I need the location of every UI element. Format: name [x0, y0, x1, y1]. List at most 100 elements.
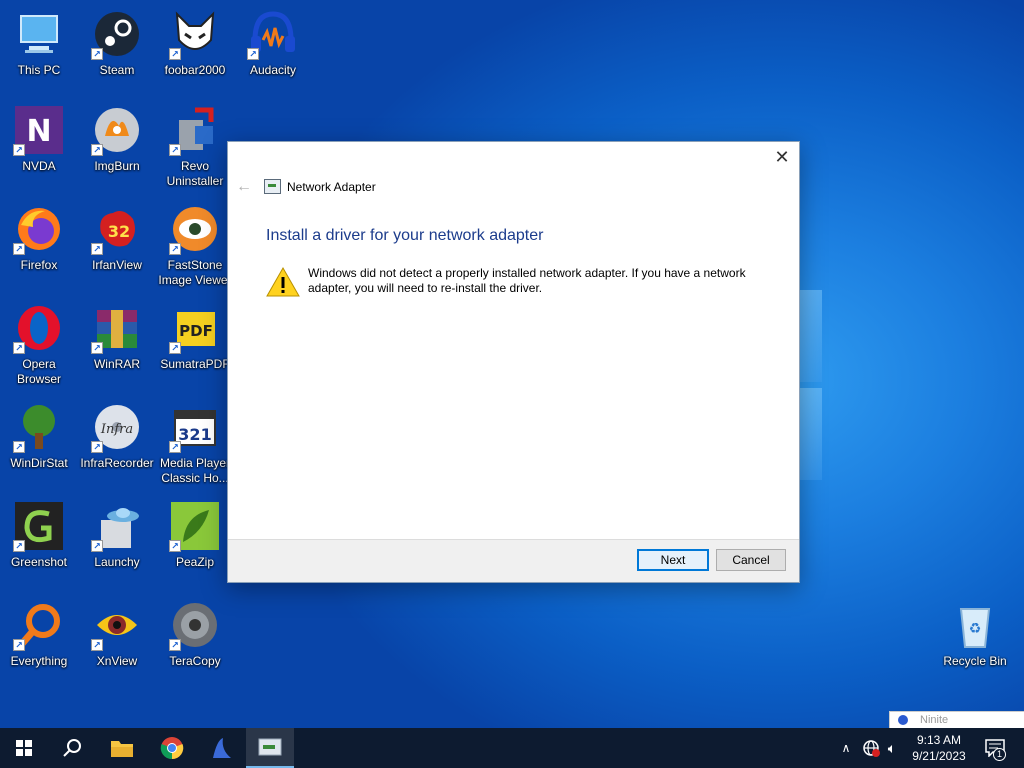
- shortcut-arrow-icon: ↗: [91, 342, 103, 354]
- desktop-icon-peazip[interactable]: ↗ PeaZip: [156, 502, 234, 570]
- desktop-icon-sumatrapdf[interactable]: PDF ↗ SumatraPDF: [156, 304, 234, 372]
- warning-message-row: Windows did not detect a properly instal…: [266, 266, 758, 298]
- shortcut-arrow-icon: ↗: [13, 342, 25, 354]
- start-button[interactable]: [0, 728, 48, 768]
- desktop-icon-this-pc[interactable]: This PC: [0, 10, 78, 78]
- windirstat-icon: ↗: [13, 403, 63, 453]
- desktop-icon-nvda[interactable]: N ↗ NVDA: [0, 106, 78, 174]
- desktop-icon-opera[interactable]: ↗ Opera Browser: [0, 304, 78, 387]
- taskbar-network-adapter-active[interactable]: [246, 728, 294, 768]
- shortcut-arrow-icon: ↗: [91, 540, 103, 552]
- shortcut-arrow-icon: ↗: [13, 144, 25, 156]
- sumatrapdf-icon: PDF ↗: [169, 304, 219, 354]
- shortcut-arrow-icon: ↗: [169, 48, 181, 60]
- svg-text:32: 32: [108, 222, 130, 241]
- desktop-icon-foobar2000[interactable]: ↗ foobar2000: [156, 10, 234, 78]
- desktop-icon-winrar[interactable]: ↗ WinRAR: [78, 304, 156, 372]
- search-button[interactable]: [48, 728, 96, 768]
- desktop-icon-imgburn[interactable]: ↗ ImgBurn: [78, 106, 156, 174]
- desktop-icon-label: Greenshot: [10, 555, 68, 569]
- everything-icon: ↗: [13, 601, 63, 651]
- desktop-icon-everything[interactable]: ↗ Everything: [0, 601, 78, 669]
- desktop-icon-label: WinDirStat: [10, 456, 68, 470]
- svg-text:♻: ♻: [969, 621, 982, 637]
- computer-icon: [15, 10, 63, 58]
- taskbar-chrome[interactable]: [148, 728, 196, 768]
- shortcut-arrow-icon: ↗: [169, 639, 181, 651]
- chrome-icon: [160, 737, 184, 760]
- greenshot-icon: ↗: [13, 502, 63, 552]
- winrar-icon: ↗: [91, 304, 141, 354]
- desktop-icon-audacity[interactable]: ↗ Audacity: [234, 10, 312, 78]
- desktop-icon-label: Firefox: [20, 258, 58, 272]
- windows-logo-pane: [798, 388, 822, 480]
- action-center-button[interactable]: 1: [978, 728, 1012, 768]
- audacity-icon: ↗: [247, 10, 297, 60]
- desktop-icon-label: Revo Uninstaller: [166, 159, 224, 188]
- desktop-icon-label: Media Player Classic Ho...: [159, 456, 231, 485]
- desktop-icon-steam[interactable]: ↗ Steam: [78, 10, 156, 78]
- shortcut-arrow-icon: ↗: [13, 639, 25, 651]
- irfanview-icon: 32 ↗: [91, 205, 141, 255]
- desktop-icon-launchy[interactable]: ↗ Launchy: [78, 502, 156, 570]
- shortcut-arrow-icon: ↗: [247, 48, 259, 60]
- opera-icon: ↗: [13, 304, 63, 354]
- desktop-icon-mpc-hc[interactable]: 321 ↗ Media Player Classic Ho...: [156, 403, 234, 486]
- dialog-header-title: Network Adapter: [287, 179, 376, 194]
- desktop-icon-label: TeraCopy: [169, 654, 221, 668]
- desktop-icon-faststone[interactable]: ↗ FastStone Image Viewer: [156, 205, 234, 288]
- dialog-header: Network Adapter: [264, 179, 376, 194]
- desktop-icon-label: Recycle Bin: [943, 654, 1007, 668]
- desktop-icon-revo-uninstaller[interactable]: ↗ Revo Uninstaller: [156, 106, 234, 189]
- svg-text:PDF: PDF: [179, 322, 213, 340]
- desktop-icon-label: WinRAR: [93, 357, 140, 371]
- firefox-icon: ↗: [13, 205, 63, 255]
- desktop-icon-label: foobar2000: [164, 63, 226, 77]
- network-adapter-dialog: ✕ ← Network Adapter Install a driver for…: [227, 141, 800, 583]
- cancel-button[interactable]: Cancel: [716, 549, 786, 571]
- close-button[interactable]: ✕: [771, 146, 793, 168]
- taskbar-ninite[interactable]: [197, 728, 245, 768]
- tray-network-button[interactable]: [860, 728, 882, 768]
- notification-count-badge: 1: [993, 748, 1006, 761]
- desktop-icon-teracopy[interactable]: ↗ TeraCopy: [156, 601, 234, 669]
- svg-text:321: 321: [178, 425, 211, 444]
- xnview-icon: ↗: [91, 601, 141, 651]
- ninite-label: Ninite: [920, 714, 949, 726]
- network-adapter-icon: [264, 179, 281, 194]
- globe-network-icon: [863, 740, 880, 757]
- desktop-icon-windirstat[interactable]: ↗ WinDirStat: [0, 403, 78, 471]
- desktop-icon-infrarecorder[interactable]: Infra ↗ InfraRecorder: [78, 403, 156, 471]
- chevron-up-icon: ∧: [841, 741, 851, 755]
- shortcut-arrow-icon: ↗: [169, 441, 181, 453]
- warning-message: Windows did not detect a properly instal…: [308, 266, 746, 295]
- teracopy-icon: ↗: [169, 601, 219, 651]
- revo-uninstaller-icon: ↗: [169, 106, 219, 156]
- desktop-icon-firefox[interactable]: ↗ Firefox: [0, 205, 78, 273]
- desktop-icon-label: Everything: [10, 654, 68, 668]
- desktop-icon-label: Audacity: [249, 63, 297, 77]
- network-adapter-taskbar-icon: [258, 738, 282, 756]
- next-button[interactable]: Next: [637, 549, 709, 571]
- ninite-app-icon: [213, 738, 231, 758]
- tray-volume-button[interactable]: 🔈︎: [884, 728, 900, 768]
- taskbar-file-explorer[interactable]: [98, 728, 146, 768]
- desktop-icon-xnview[interactable]: ↗ XnView: [78, 601, 156, 669]
- recycle-bin-icon: ♻: [951, 601, 999, 649]
- svg-text:Infra: Infra: [100, 422, 133, 437]
- back-button[interactable]: ←: [236, 178, 252, 196]
- desktop-icon-recycle-bin[interactable]: ♻ Recycle Bin: [936, 601, 1014, 669]
- imgburn-icon: ↗: [91, 106, 141, 156]
- desktop: This PC N ↗ NVDA ↗ Firefox ↗ Opera Brows…: [0, 0, 1024, 728]
- nvda-icon: N ↗: [13, 106, 63, 156]
- desktop-icon-irfanview[interactable]: 32 ↗ IrfanView: [78, 205, 156, 273]
- desktop-icon-label: This PC: [17, 63, 61, 77]
- shortcut-arrow-icon: ↗: [169, 144, 181, 156]
- desktop-icon-label: NVDA: [22, 159, 56, 173]
- search-icon: [63, 739, 81, 757]
- tray-clock[interactable]: 9:13 AM 9/21/2023: [904, 728, 974, 768]
- desktop-icon-greenshot[interactable]: ↗ Greenshot: [0, 502, 78, 570]
- tray-overflow-button[interactable]: ∧: [838, 728, 854, 768]
- shortcut-arrow-icon: ↗: [13, 540, 25, 552]
- peazip-icon: ↗: [169, 502, 219, 552]
